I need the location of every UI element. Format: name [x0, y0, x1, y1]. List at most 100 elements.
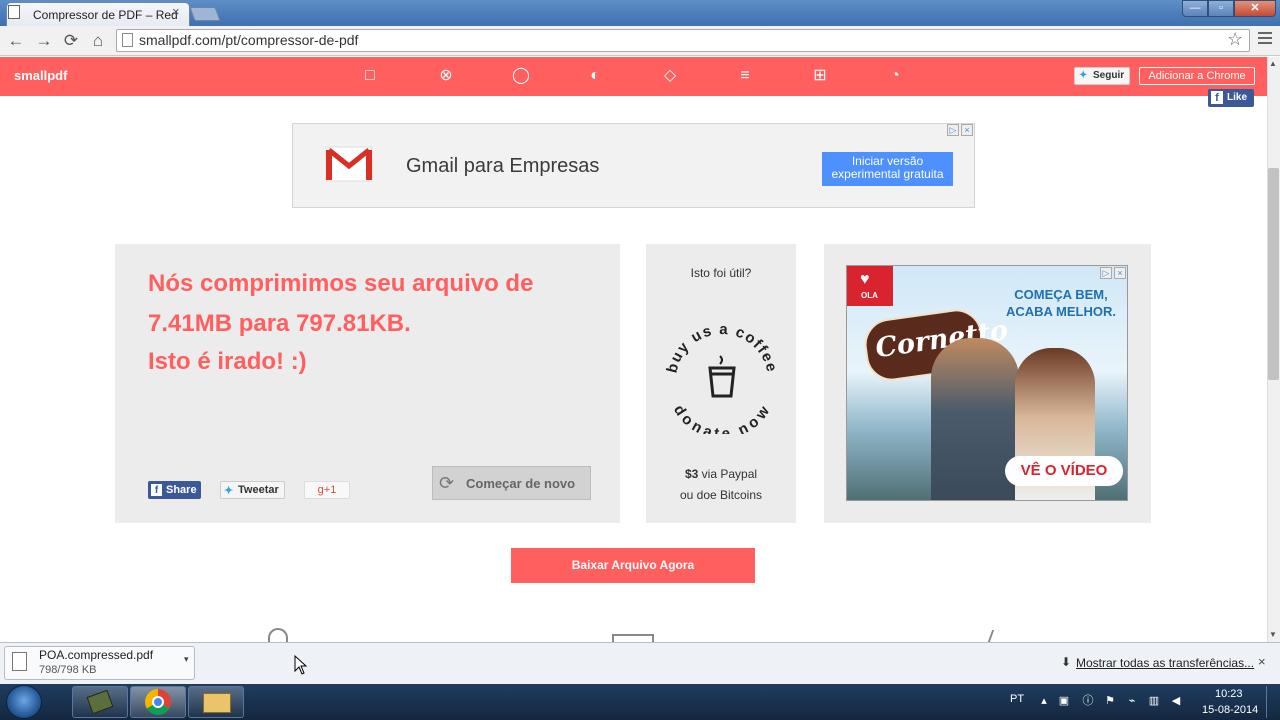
tool-merge-icon[interactable]: ◐	[586, 67, 604, 85]
close-shelf-icon[interactable]: ×	[1258, 654, 1266, 669]
scroll-up-icon[interactable]: ▲	[1269, 59, 1277, 68]
tool-compress-icon[interactable]: □	[361, 67, 379, 85]
paypal-line: $3 via Paypal	[646, 467, 796, 481]
coffee-cup-icon	[708, 355, 736, 398]
gmail-logo-icon	[325, 146, 373, 182]
scroll-down-icon[interactable]: ▼	[1269, 630, 1277, 639]
gmail-trial-button[interactable]: Iniciar versão experimental gratuita	[822, 152, 953, 186]
page-icon	[122, 33, 133, 47]
tool-pie-icon[interactable]: ◔	[886, 67, 904, 85]
badge-bottom-text: donate now	[670, 402, 772, 434]
language-indicator[interactable]: PT	[1010, 693, 1024, 705]
show-desktop-button[interactable]	[1266, 686, 1278, 718]
facebook-share-button[interactable]: f Share	[148, 481, 201, 499]
svg-text:donate now: donate now	[670, 402, 774, 434]
clock-date[interactable]: 15-08-2014	[1202, 704, 1258, 716]
twitter-bird-icon: ✦	[224, 485, 234, 497]
site-logo[interactable]: smallpdf	[14, 68, 67, 83]
chrome-icon	[145, 689, 171, 715]
app-icon	[86, 689, 114, 715]
result-message-line2: 7.41MB para 797.81KB.	[148, 310, 411, 337]
follow-label: Seguir	[1093, 70, 1125, 81]
adchoices-icon[interactable]: ▷	[1100, 267, 1112, 279]
gmail-ad-text[interactable]: Gmail para Empresas	[406, 155, 599, 178]
google-plus-button[interactable]: g+1	[304, 481, 350, 499]
pdf-file-icon	[12, 652, 27, 671]
share-label: Share	[166, 484, 197, 496]
tool-split-icon[interactable]: ≡	[736, 67, 754, 85]
coffee-donate-badge[interactable]: buy us a coffee donate now	[664, 318, 780, 434]
add-to-chrome-button[interactable]: Adicionar a Chrome	[1139, 67, 1255, 85]
watch-video-button[interactable]: VÊ O VÍDEO	[1005, 456, 1123, 486]
back-icon[interactable]: ←	[6, 31, 26, 51]
tool-grid-icon[interactable]: ⊞	[811, 67, 829, 85]
tool-drop-icon[interactable]: ◯	[512, 67, 530, 85]
facebook-icon: f	[151, 484, 162, 496]
tweet-label: Tweetar	[238, 484, 279, 496]
tray-info-icon[interactable]: ⓘ	[1082, 695, 1094, 707]
ad-slogan-line2: ACABA MELHOR.	[1005, 304, 1116, 319]
helpful-question: Isto foi útil?	[690, 266, 752, 280]
download-menu-arrow-icon[interactable]: ▾	[184, 654, 189, 665]
result-message-line3: Isto é irado! :)	[148, 348, 307, 375]
download-arrow-icon: ⬇	[1061, 655, 1072, 669]
cornetto-ad[interactable]: ♥ OLA Cornetto COMEÇA BEM, ACABA MELHOR.…	[846, 265, 1128, 501]
mouse-cursor-icon	[294, 655, 308, 675]
tray-app-icon[interactable]: ▣	[1058, 695, 1070, 707]
ola-logo: ♥ OLA	[847, 266, 893, 306]
ola-text: OLA	[861, 291, 878, 300]
tray-expand-icon[interactable]: ▴	[1038, 695, 1050, 707]
ad-close-icon[interactable]: ×	[1114, 267, 1126, 279]
tab-close-icon[interactable]: ×	[172, 4, 1274, 19]
tool-pdf-to-word-icon[interactable]: ⊗	[437, 67, 455, 85]
feature-icon-2	[612, 634, 654, 642]
url-text[interactable]: smallpdf.com/pt/compressor-de-pdf	[139, 32, 358, 48]
page-favicon-icon	[8, 5, 20, 19]
like-label: Like	[1227, 92, 1248, 103]
tool-rotate-icon[interactable]: ◇	[661, 67, 679, 85]
reload-icon[interactable]: ⟳	[61, 31, 81, 51]
heart-icon: ♥	[860, 271, 870, 288]
restart-icon: ⟳	[439, 473, 455, 493]
bitcoin-line: ou doe Bitcoins	[679, 488, 763, 502]
taskbar-app-1[interactable]	[72, 686, 128, 718]
scrollbar-thumb[interactable]	[1268, 168, 1279, 380]
twitter-bird-icon: ✦	[1079, 70, 1088, 81]
feature-icon-3	[987, 630, 1001, 642]
action-center-flag-icon[interactable]: ⚑	[1104, 695, 1116, 707]
tweet-button[interactable]: ✦ Tweetar	[220, 481, 285, 499]
start-over-button[interactable]: Começar de novo	[432, 466, 591, 500]
volume-icon[interactable]: ◀	[1170, 695, 1182, 707]
tab-compressor[interactable]: Compressor de PDF – Red	[6, 2, 190, 26]
facebook-like-button[interactable]: f Like	[1208, 89, 1254, 107]
forward-icon[interactable]: →	[34, 31, 54, 51]
close-window-button[interactable]: ✕	[1234, 0, 1276, 17]
start-button[interactable]	[6, 685, 42, 719]
folder-icon	[203, 693, 231, 713]
new-tab-button[interactable]	[189, 7, 221, 21]
result-message-line1: Nós comprimimos seu arquivo de	[148, 270, 534, 297]
ad-slogan-line1: COMEÇA BEM,	[1014, 287, 1108, 302]
download-now-button[interactable]: Baixar Arquivo Agora	[511, 548, 755, 583]
donate-amount: $3	[684, 467, 699, 481]
minimize-button[interactable]: —	[1182, 0, 1208, 17]
show-all-downloads-link[interactable]: Mostrar todas as transferências...	[1076, 656, 1254, 670]
clock-time[interactable]: 10:23	[1215, 688, 1243, 700]
ad-close-icon[interactable]: ×	[961, 124, 973, 136]
menu-icon[interactable]	[1258, 32, 1272, 46]
paypal-text: via Paypal	[698, 467, 758, 481]
home-icon[interactable]: ⌂	[88, 31, 108, 51]
network-icon[interactable]: ▥	[1148, 695, 1160, 707]
adchoices-icon[interactable]: ▷	[947, 124, 959, 136]
download-file-name[interactable]: POA.compressed.pdf	[39, 648, 153, 662]
bookmark-star-icon[interactable]: ☆	[1227, 29, 1243, 50]
power-icon[interactable]: ⌁	[1126, 695, 1138, 707]
taskbar-explorer[interactable]	[188, 686, 244, 718]
facebook-icon: f	[1211, 91, 1223, 104]
tab-title: Compressor de PDF – Red	[33, 8, 178, 22]
twitter-follow-button[interactable]: ✦ Seguir	[1074, 67, 1130, 85]
taskbar-chrome[interactable]	[130, 686, 186, 718]
feature-icon-1	[268, 628, 288, 642]
download-file-size: 798/798 KB	[39, 664, 97, 676]
maximize-button[interactable]: ▫	[1208, 0, 1234, 17]
